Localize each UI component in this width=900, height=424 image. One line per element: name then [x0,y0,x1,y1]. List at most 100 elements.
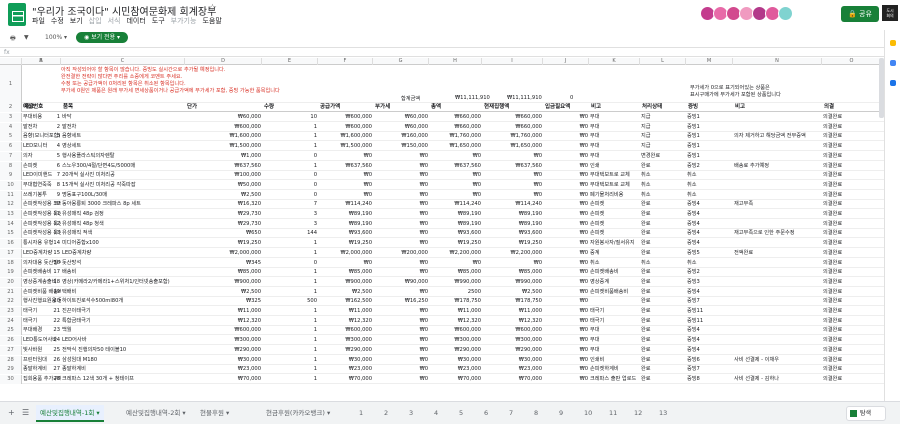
table-cell[interactable]: LED중계차량 [61,249,185,258]
menu-item-6[interactable]: 도구 [152,17,165,25]
table-cell[interactable]: 1 [262,123,318,132]
header-cell[interactable]: 적요 [24,103,34,112]
table-cell[interactable]: 1 [262,365,318,374]
table-cell[interactable]: ₩19,250 [429,239,482,248]
table-cell[interactable]: 삼성임대 M180 [61,356,185,365]
table-cell[interactable] [733,268,822,277]
table-cell[interactable]: 취소 [640,181,686,190]
table-cell[interactable]: 손피켓비품 배송비 [22,288,61,297]
table-cell[interactable]: 증빙7 [686,297,733,306]
table-cell[interactable]: ₩12,320 [482,317,543,326]
table-cell[interactable]: ₩16,250 [373,297,429,306]
table-cell[interactable]: ₩0 [373,210,429,219]
table-cell[interactable]: ₩0 [373,181,429,190]
table-cell[interactable]: ₩900,000 [318,278,373,287]
table-cell[interactable] [733,113,822,122]
column-header-N[interactable]: N [733,58,822,65]
table-cell[interactable]: ₩2,000,000 [318,249,373,258]
table-cell[interactable]: ₩0 [543,152,589,161]
table-cell[interactable]: 증빙4 [686,346,733,355]
table-cell[interactable]: ₩30,000 [185,356,262,365]
table-cell[interactable]: ₩0 [373,220,429,229]
table-cell[interactable]: 완료 [640,307,686,316]
table-cell[interactable]: 취소 [640,171,686,180]
table-cell[interactable]: ₩900,000 [185,278,262,287]
sheet-tab[interactable]: 8 [530,405,542,422]
column-header-L[interactable]: L [640,58,686,65]
table-cell[interactable]: 완료 [640,288,686,297]
table-cell[interactable]: ₩0 [482,191,543,200]
table-cell[interactable]: 완료 [640,268,686,277]
table-cell[interactable]: ₩0 [543,278,589,287]
table-cell[interactable]: ₩19,250 [318,239,373,248]
table-cell[interactable]: ₩0 [543,123,589,132]
table-cell[interactable]: 종말하계비 [61,365,185,374]
table-cell[interactable]: 7 [262,200,318,209]
table-cell[interactable]: 태극기 [589,317,640,326]
table-cell[interactable]: ₩89,190 [482,220,543,229]
table-cell[interactable]: 의결완료 [822,365,882,374]
sheet-tab[interactable]: 예산및집행내역-1회 ▾ [36,405,104,422]
print-icon[interactable]: 🖶 [10,34,16,44]
avatar[interactable] [778,6,793,21]
table-cell[interactable]: ₩0 [373,268,429,277]
table-cell[interactable]: 행사진행요원용 물 [22,297,61,306]
table-cell[interactable]: 무대 [589,326,640,335]
table-cell[interactable]: ₩0 [373,307,429,316]
table-cell[interactable]: 의결완료 [822,210,882,219]
table-cell[interactable]: 완료 [640,317,686,326]
table-cell[interactable]: 1 [262,375,318,384]
column-header-O[interactable]: O [822,58,882,65]
row-number[interactable]: 20 [0,277,22,287]
tasks-icon[interactable] [890,80,896,86]
table-cell[interactable]: ₩30,000 [482,356,543,365]
table-cell[interactable]: ₩1,650,000 [482,142,543,151]
table-cell[interactable]: 취소 [589,259,640,268]
table-cell[interactable]: 의결완료 [822,259,882,268]
table-cell[interactable]: 지급 [640,123,686,132]
table-cell[interactable]: 배송료 추가예정 [733,162,822,171]
header-cell[interactable]: 처리상태 [642,103,662,112]
table-cell[interactable]: ₩0 [373,259,429,268]
table-cell[interactable]: 발전차 [22,123,61,132]
table-cell[interactable]: 무대 [589,346,640,355]
table-cell[interactable]: 완료 [640,375,686,384]
sheets-logo-icon[interactable] [8,3,26,26]
row-number[interactable]: 4 [0,122,22,132]
table-cell[interactable]: ₩0 [318,171,373,180]
row-number[interactable]: 10 [0,180,22,190]
table-cell[interactable]: ₩0 [373,239,429,248]
table-cell[interactable]: 의결완료 [822,191,882,200]
table-cell[interactable]: 취소 [640,259,686,268]
table-cell[interactable]: 전막식 진행의자50 테이블10 [61,346,185,355]
table-cell[interactable]: ₩70,000 [482,375,543,384]
table-cell[interactable]: 의결완료 [822,142,882,151]
table-cell[interactable] [733,220,822,229]
table-cell[interactable]: ₩0 [543,326,589,335]
table-cell[interactable]: 완료 [640,326,686,335]
table-cell[interactable]: ₩2,500 [185,191,262,200]
table-cell[interactable]: ₩30,000 [429,356,482,365]
table-cell[interactable] [733,297,822,306]
table-cell[interactable]: 의결완료 [822,229,882,238]
table-cell[interactable] [589,297,640,306]
header-cell[interactable]: 현재집행액 [484,103,509,112]
table-cell[interactable]: 의결완료 [822,317,882,326]
share-button[interactable]: 🔒 공유 [841,6,879,22]
table-cell[interactable]: ₩1,000 [185,152,262,161]
table-cell[interactable]: 1 [262,336,318,345]
table-cell[interactable]: LED중계차량 [22,249,61,258]
table-cell[interactable]: 3 [262,220,318,229]
table-cell[interactable]: 사비 선결제 - 김하나 [733,375,822,384]
table-cell[interactable]: 증빙1 [686,123,733,132]
table-cell[interactable]: ₩90,000 [373,278,429,287]
table-cell[interactable]: 인쇄비 [589,356,640,365]
table-cell[interactable] [733,191,822,200]
table-cell[interactable]: ₩0 [429,181,482,190]
table-cell[interactable]: ₩0 [543,346,589,355]
table-cell[interactable]: 완료 [640,220,686,229]
calendar-icon[interactable] [890,60,896,66]
table-cell[interactable]: LED이미핸드 [22,171,61,180]
keep-icon[interactable] [890,40,896,46]
table-cell[interactable]: 0 [262,259,318,268]
